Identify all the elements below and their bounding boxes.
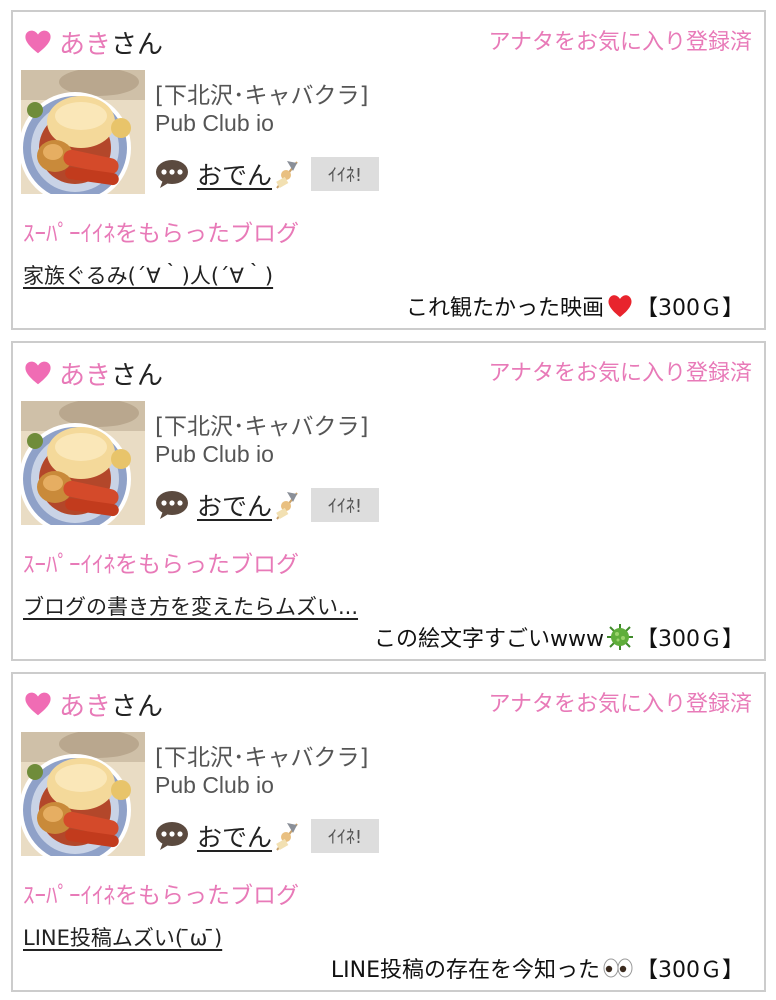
user-suffix: さん [111, 360, 164, 391]
blog-card: あき さん アナタをお気に入り登録済 [下北沢･キャバクラ] Pub Club … [11, 672, 766, 992]
comment-text: これ観たかった映画 [405, 296, 604, 321]
eyes-icon [602, 954, 634, 982]
blog-row: おでん ｲｲﾈ! [155, 156, 380, 192]
user-name[interactable]: あき [59, 355, 111, 392]
comment-reward: 【300Ｇ】 [636, 296, 744, 321]
comment-text: この絵文字すごいwww [374, 627, 604, 652]
comment-row: これ観たかった映画 【300Ｇ】 [406, 288, 744, 324]
post-title-link[interactable]: LINE投稿ムズい( ̄ω ̄) [23, 922, 222, 952]
comment-row: LINE投稿の存在を今知った 【300Ｇ】 [331, 950, 744, 986]
heart-icon [25, 361, 51, 385]
user-row[interactable]: あき さん [23, 686, 163, 722]
shop-name[interactable]: Pub Club io [155, 110, 274, 137]
super-like-label: ｽｰﾊﾟｰｲｲﾈをもらったブログ [23, 552, 299, 578]
blog-thumbnail[interactable] [21, 732, 145, 856]
oden-icon [276, 492, 298, 520]
oden-photo-image [21, 401, 145, 525]
card-list: あき さん アナタをお気に入り登録済 [下北沢･キャバクラ] Pub Club … [0, 0, 776, 1000]
speech-bubble-icon [156, 491, 188, 519]
comment-row: この絵文字すごいwww 【300Ｇ】 [374, 619, 744, 655]
like-button[interactable]: ｲｲﾈ! [311, 157, 380, 191]
blog-thumbnail[interactable] [21, 401, 145, 525]
red-heart-icon [606, 292, 634, 320]
oden-photo-image [21, 732, 145, 856]
user-name[interactable]: あき [59, 686, 111, 723]
blog-card: あき さん アナタをお気に入り登録済 [下北沢･キャバクラ] Pub Club … [11, 10, 766, 330]
like-button[interactable]: ｲｲﾈ! [311, 819, 380, 853]
user-suffix: さん [111, 691, 164, 722]
speech-bubble-icon [156, 160, 188, 188]
blog-thumbnail[interactable] [21, 70, 145, 194]
like-button[interactable]: ｲｲﾈ! [311, 488, 380, 522]
user-suffix: さん [111, 29, 164, 60]
user-row[interactable]: あき さん [23, 355, 163, 391]
heart-icon [25, 30, 51, 54]
shop-area: [下北沢･キャバクラ] [155, 83, 369, 109]
heart-icon [25, 692, 51, 716]
comment-reward: 【300Ｇ】 [636, 958, 744, 983]
oden-icon [276, 161, 298, 189]
favorite-status: アナタをお気に入り登録済 [488, 692, 752, 717]
shop-name[interactable]: Pub Club io [155, 772, 274, 799]
super-like-label: ｽｰﾊﾟｰｲｲﾈをもらったブログ [23, 221, 299, 247]
user-row[interactable]: あき さん [23, 24, 163, 60]
blog-title-link[interactable]: おでん [197, 818, 272, 854]
favorite-status: アナタをお気に入り登録済 [488, 30, 752, 55]
speech-bubble-icon [156, 822, 188, 850]
blog-row: おでん ｲｲﾈ! [155, 818, 380, 854]
favorite-status: アナタをお気に入り登録済 [488, 361, 752, 386]
blog-card: あき さん アナタをお気に入り登録済 [下北沢･キャバクラ] Pub Club … [11, 341, 766, 661]
comment-text: LINE投稿の存在を今知った [330, 958, 600, 983]
blog-title-link[interactable]: おでん [197, 487, 272, 523]
shop-area: [下北沢･キャバクラ] [155, 745, 369, 771]
comment-reward: 【300Ｇ】 [636, 627, 744, 652]
oden-photo-image [21, 70, 145, 194]
virus-icon [606, 623, 634, 651]
shop-name[interactable]: Pub Club io [155, 441, 274, 468]
shop-area: [下北沢･キャバクラ] [155, 414, 369, 440]
post-title-link[interactable]: 家族ぐるみ(´∀｀)人(´∀｀) [23, 260, 273, 290]
user-name[interactable]: あき [59, 24, 111, 61]
oden-icon [276, 823, 298, 851]
super-like-label: ｽｰﾊﾟｰｲｲﾈをもらったブログ [23, 883, 299, 909]
blog-title-link[interactable]: おでん [197, 156, 272, 192]
blog-row: おでん ｲｲﾈ! [155, 487, 380, 523]
post-title-link[interactable]: ブログの書き方を変えたらムズい... [23, 591, 358, 621]
